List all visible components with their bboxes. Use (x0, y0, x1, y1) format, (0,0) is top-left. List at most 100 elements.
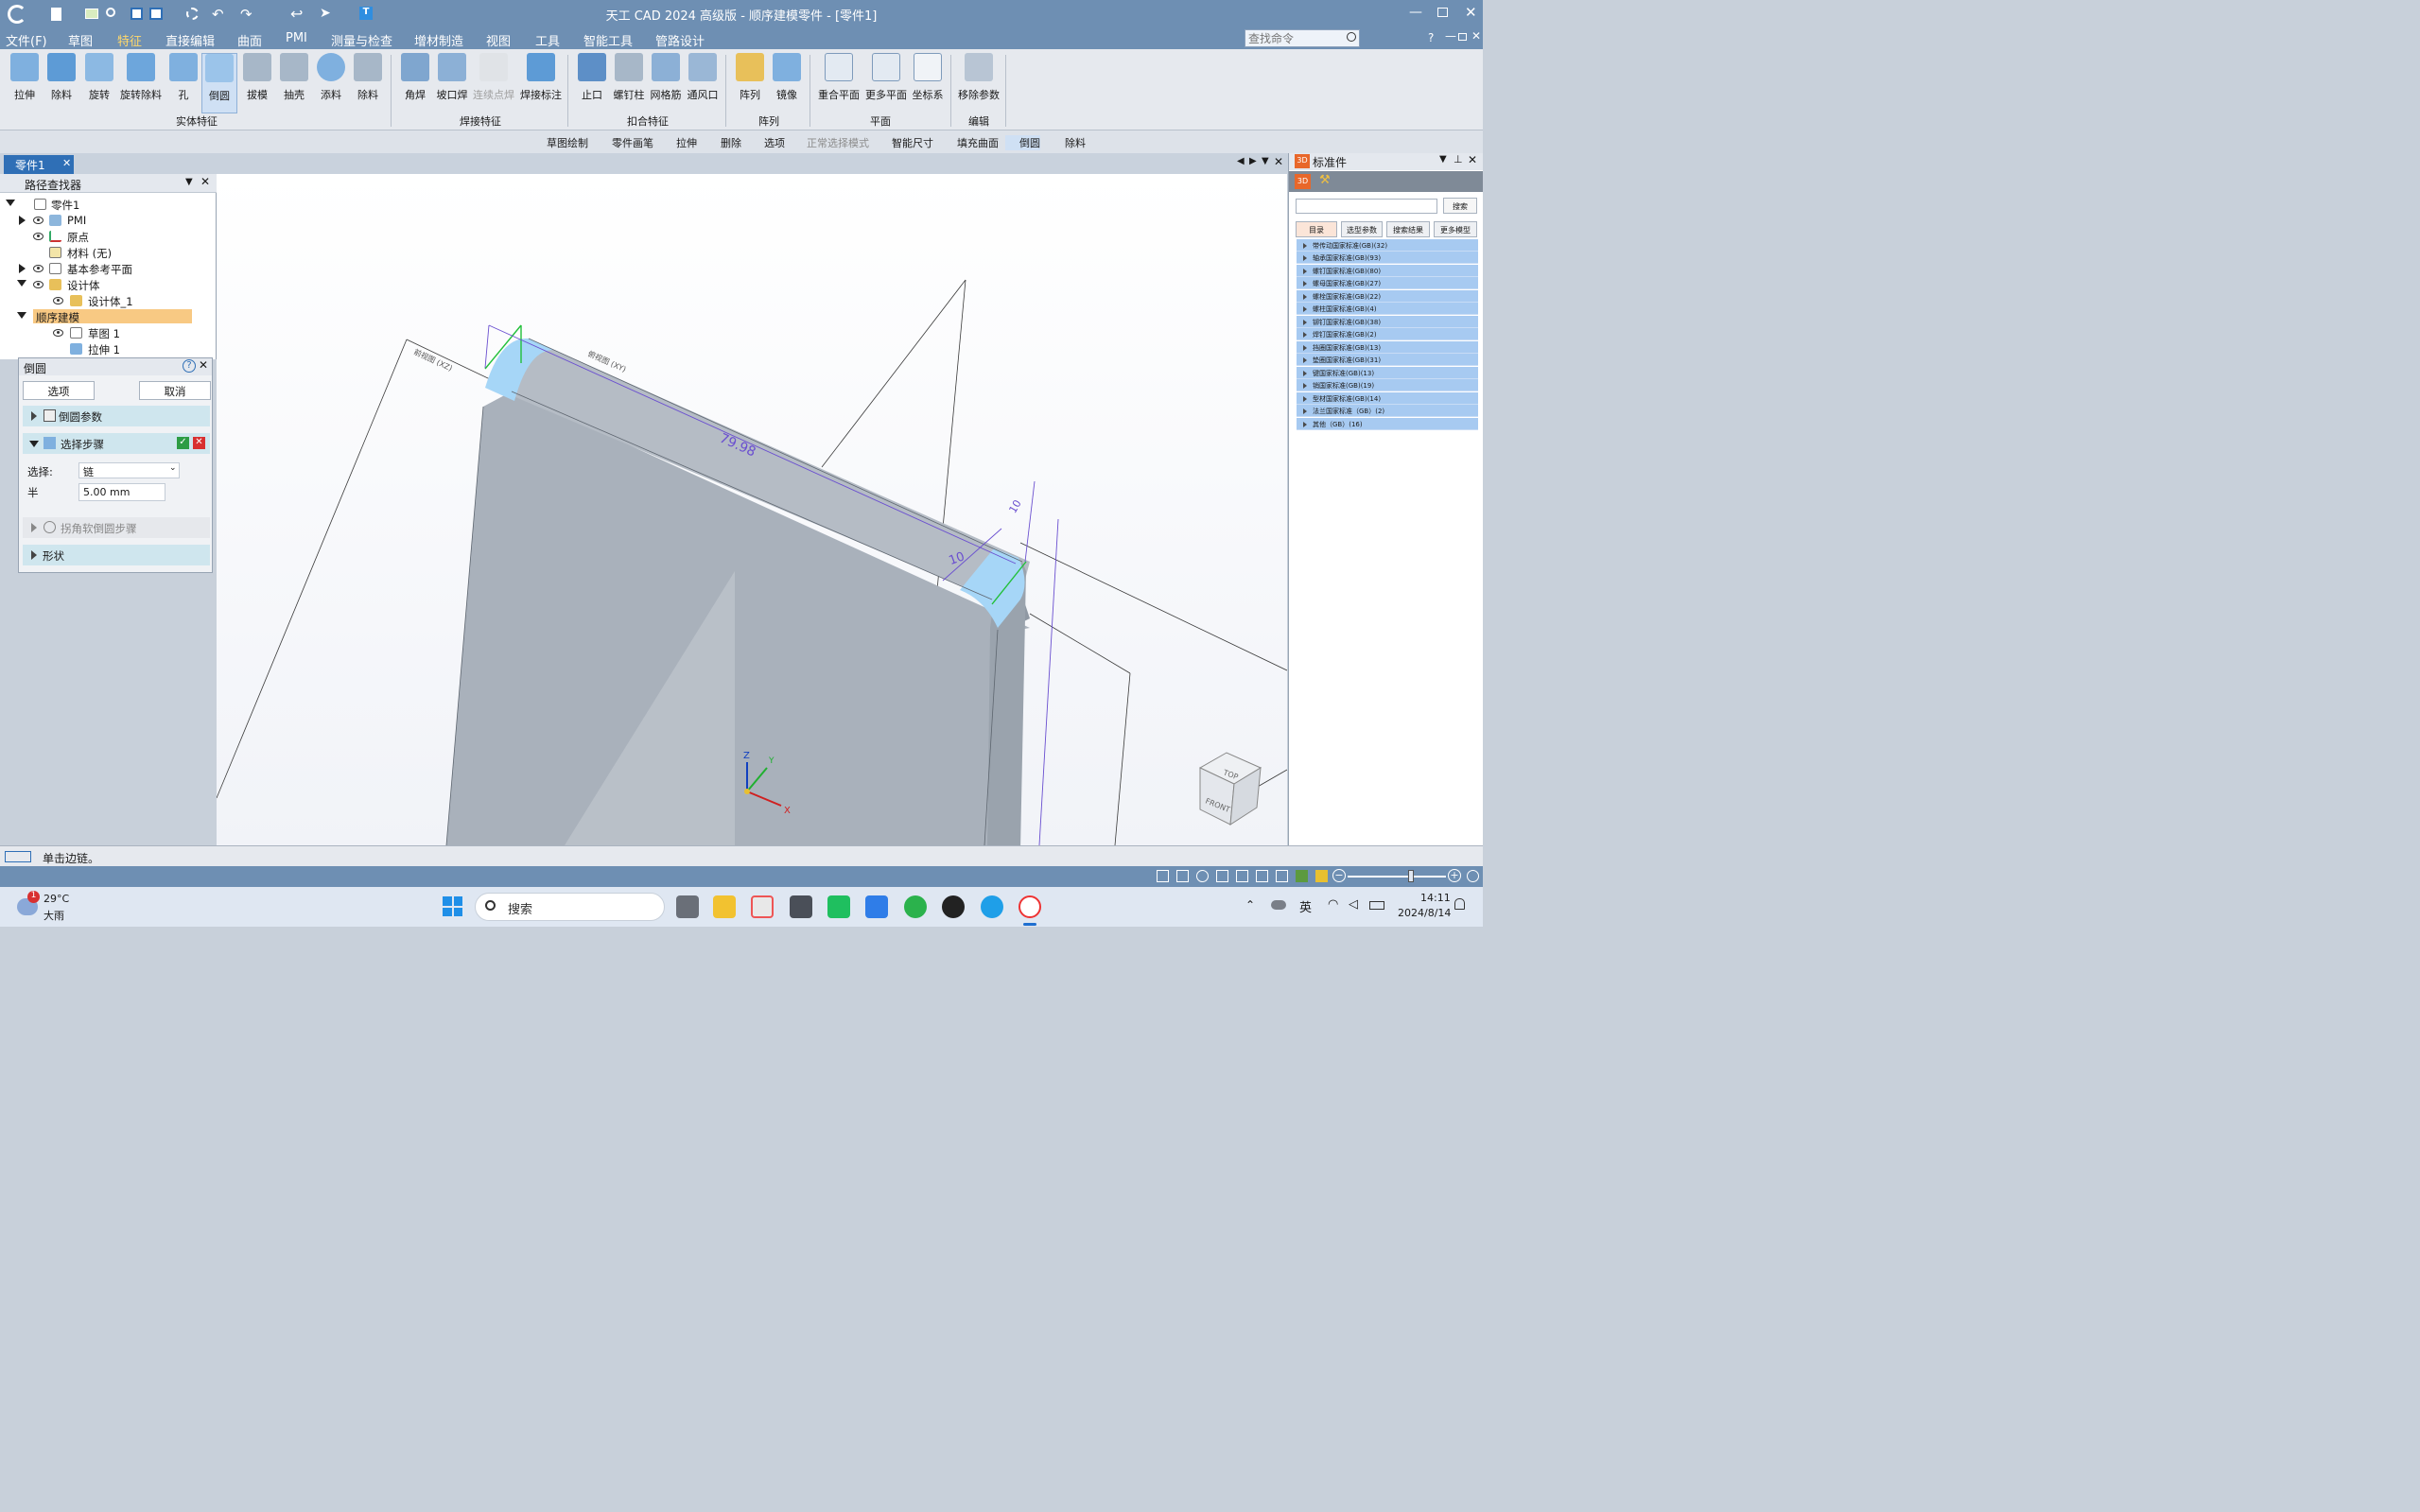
cut-button[interactable]: 除料 (44, 53, 79, 102)
coordinate-system-button[interactable]: 坐标系 (910, 53, 946, 102)
menu-view[interactable]: 视图 (486, 31, 511, 49)
edge-icon[interactable] (981, 895, 1003, 918)
menu-sketch[interactable]: 草图 (68, 31, 93, 49)
add-material-button[interactable]: 添料 (313, 53, 349, 102)
more-planes-button[interactable]: 更多平面 (863, 53, 909, 102)
close-tab-icon[interactable]: ✕ (62, 157, 71, 169)
groove-weld-button[interactable]: 坡口焊 (434, 53, 470, 102)
model-view-svg[interactable]: 79.98 10 10 前视图 (XZ) 俯视图 (XY) X Y Z TOP … (217, 174, 1287, 845)
draft-button[interactable]: 拔模 (239, 53, 275, 102)
tree-sketch-1[interactable]: 草图 1 (0, 325, 208, 341)
expand-icon[interactable] (6, 200, 15, 206)
remove-params-button[interactable]: 移除参数 (956, 53, 1001, 102)
std-item[interactable]: 铆钉国家标准(GB)(38) (1297, 316, 1478, 328)
status-panel-icon[interactable] (5, 851, 31, 862)
start-button[interactable] (443, 896, 462, 916)
tree-design-body-1[interactable]: 设计体_1 (0, 293, 208, 309)
revolve-cut-button[interactable]: 旋转除料 (119, 53, 163, 102)
std-item[interactable]: 螺柱国家标准(GB)(4) (1297, 303, 1478, 315)
tree-part[interactable]: 零件1 (0, 197, 208, 213)
battery-icon[interactable] (1369, 901, 1384, 910)
std-item[interactable]: 带传动国家标准(GB)(32) (1297, 239, 1478, 252)
panel-close-icon[interactable]: ✕ (200, 175, 210, 188)
display-style-icon[interactable] (1296, 870, 1308, 882)
wifi-icon[interactable]: ◠ (1328, 897, 1338, 912)
menu-pmi[interactable]: PMI (286, 31, 307, 45)
section-select-step[interactable]: 选择步骤 ✓ ✕ (23, 433, 210, 454)
task-view-icon[interactable] (676, 895, 699, 918)
cmd-smart-dimension[interactable]: 智能尺寸 (878, 135, 933, 150)
clock-date[interactable]: 2024/8/14 (1398, 907, 1451, 919)
cmd-part-painter[interactable]: 零件画笔 (598, 135, 653, 150)
color-icon[interactable] (1315, 870, 1328, 882)
visibility-icon[interactable] (33, 233, 44, 240)
section-fillet-params[interactable]: 倒圆参数 (23, 406, 210, 426)
cmd-select-mode[interactable]: 正常选择模式 (792, 135, 869, 150)
remove-material-button[interactable]: 除料 (350, 53, 386, 102)
visibility-icon[interactable] (53, 297, 63, 304)
menu-pipe-design[interactable]: 管路设计 (655, 31, 705, 49)
visibility-icon[interactable] (53, 329, 63, 337)
panel-menu-icon[interactable]: ▼ (1439, 154, 1447, 165)
taskbar-search[interactable]: 搜索 (475, 893, 665, 921)
cmd-sketch[interactable]: 草图绘制 (532, 135, 588, 150)
std-item[interactable]: 螺钉国家标准(GB)(80) (1297, 265, 1478, 277)
tree-reference-planes[interactable]: 基本参考平面 (0, 261, 208, 277)
tab-list-icon[interactable]: ▼ (1262, 156, 1269, 166)
zoom-in-icon[interactable]: + (1448, 869, 1461, 882)
std-item[interactable]: 销国家标准(GB)(19) (1297, 379, 1478, 391)
tab-scroll-left-icon[interactable]: ◀ (1237, 156, 1245, 166)
wechat-icon[interactable] (904, 895, 927, 918)
tree-extrude-1[interactable]: 拉伸 1 (0, 341, 208, 357)
web-network-button[interactable]: 网格筋 (648, 53, 684, 102)
panel-close-icon[interactable]: ✕ (1468, 153, 1477, 166)
fillet-weld-button[interactable]: 角焊 (397, 53, 433, 102)
std-3d-tab-icon[interactable]: 3D (1295, 174, 1311, 189)
menu-features[interactable]: 特征 (117, 31, 142, 49)
std-item[interactable]: 轴承国家标准(GB)(93) (1297, 252, 1478, 264)
std-search-input[interactable] (1296, 199, 1437, 214)
tray-chevron-icon[interactable]: ⌃ (1245, 898, 1255, 912)
volume-icon[interactable]: ◁ (1349, 897, 1358, 912)
minimize-button[interactable]: — (1409, 5, 1422, 20)
lip-button[interactable]: 止口 (574, 53, 610, 102)
menu-smart-tools[interactable]: 智能工具 (583, 31, 633, 49)
help-icon[interactable]: ? (183, 359, 196, 373)
cmd-options[interactable]: 选项 (750, 135, 785, 150)
maximize-button[interactable] (1437, 8, 1448, 17)
hole-button[interactable]: 孔 (165, 53, 201, 102)
render-mode-icon[interactable] (1276, 870, 1288, 882)
zoom-icon[interactable] (1176, 870, 1189, 882)
vent-button[interactable]: 通风口 (685, 53, 721, 102)
doc-restore-button[interactable] (1458, 33, 1467, 41)
std-search-button[interactable]: 搜索 (1443, 198, 1477, 214)
fit-icon[interactable] (1196, 870, 1209, 882)
file-explorer-icon[interactable] (713, 895, 736, 918)
tree-material[interactable]: 材料 (无) (0, 245, 208, 261)
reject-icon[interactable]: ✕ (193, 437, 205, 449)
shell-button[interactable]: 抽壳 (276, 53, 312, 102)
cmd-extrude[interactable]: 拉伸 (662, 135, 697, 150)
tree-design-body[interactable]: 设计体 (0, 277, 208, 293)
menu-direct-edit[interactable]: 直接编辑 (165, 31, 215, 49)
weld-annotation-button[interactable]: 焊接标注 (519, 53, 563, 102)
std-item[interactable]: 法兰国家标准（GB）(2) (1297, 405, 1478, 417)
panel-menu-icon[interactable]: ▼ (185, 177, 193, 187)
menu-file[interactable]: 文件(F) (6, 31, 47, 49)
expand-icon[interactable] (19, 216, 26, 225)
hammer-icon[interactable]: ⚒ (1319, 173, 1331, 187)
close-button[interactable]: ✕ (1465, 4, 1477, 21)
notification-bell-icon[interactable] (1454, 898, 1465, 910)
expand-icon[interactable] (17, 312, 26, 319)
tree-origin[interactable]: 原点 (0, 229, 208, 245)
3d-viewport[interactable]: 79.98 10 10 前视图 (XZ) 俯视图 (XY) X Y Z TOP … (217, 174, 1287, 845)
options-button[interactable]: 选项 (23, 381, 95, 400)
std-item[interactable]: 螺母国家标准(GB)(27) (1297, 277, 1478, 289)
section-shape[interactable]: 形状 (23, 545, 210, 565)
tab-part1[interactable]: 零件1 ✕ (4, 155, 74, 174)
menu-surface[interactable]: 曲面 (237, 31, 262, 49)
ime-indicator[interactable]: 英 (1299, 897, 1312, 915)
std-item[interactable]: 键国家标准(GB)(13) (1297, 367, 1478, 379)
tree-sequential-modeling[interactable]: 顺序建模 (0, 309, 208, 325)
round-button[interactable]: 倒圆 (201, 53, 237, 113)
